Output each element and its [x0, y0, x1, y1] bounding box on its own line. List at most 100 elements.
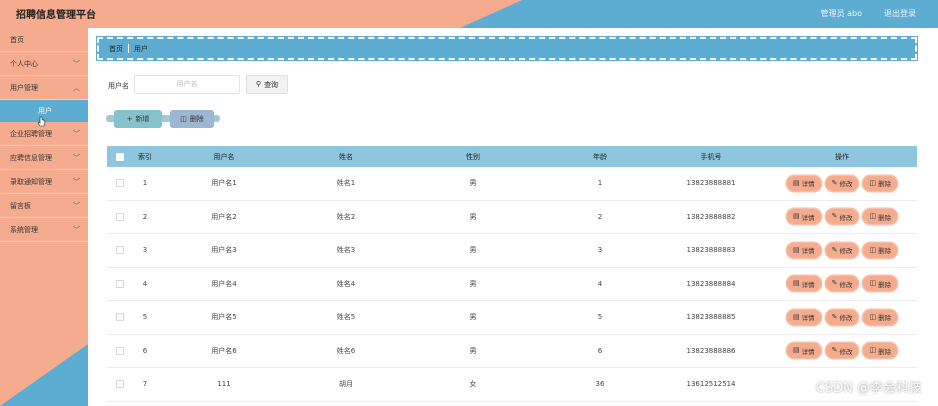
table-row: 2 用户名2 姓名2 男 2 13823888882 ▤ 详情 ✎ 修改 ◫ 删除 [107, 201, 917, 234]
cell-index: 6 [142, 346, 148, 355]
logout-link[interactable]: 退出登录 [884, 8, 916, 19]
breadcrumb-home[interactable]: 首页 [109, 44, 123, 54]
cell-gender: 女 [469, 380, 477, 389]
chevron-down-icon: ﹀ [73, 202, 80, 210]
cell-name: 姓名5 [336, 313, 356, 322]
sidebar-item-applications[interactable]: 应聘信息管理 ﹀ [0, 146, 88, 170]
chevron-down-icon: ﹀ [73, 178, 80, 186]
cell-age: 1 [597, 179, 603, 188]
users-table: 索引 用户名 姓名 性别 年龄 手机号 操作 1 用户名1 姓名1 男 1 13… [107, 146, 917, 402]
row-checkbox[interactable] [116, 313, 124, 322]
chevron-up-icon: ︿ [73, 84, 80, 92]
detail-button[interactable]: ▤ 详情 [786, 309, 821, 325]
pencil-icon: ✎ [831, 212, 838, 221]
cell-phone: 13823888883 [686, 246, 736, 255]
cell-gender: 男 [469, 246, 477, 255]
chevron-down-icon: ﹀ [73, 60, 80, 68]
cell-gender: 男 [469, 346, 477, 355]
sidebar-item-offers[interactable]: 录取通知管理 ﹀ [0, 170, 88, 194]
cell-gender: 男 [469, 279, 477, 288]
detail-button[interactable]: ▤ 详情 [786, 343, 821, 359]
sidebar-item-home[interactable]: 首页 [0, 28, 88, 52]
header-name: 姓名 [339, 152, 353, 161]
search-button[interactable]: ⚲ 查询 [246, 75, 288, 94]
cell-age: 6 [597, 346, 603, 355]
table-row: 5 用户名5 姓名5 男 5 13823888885 ▤ 详情 ✎ 修改 ◫ 删除 [107, 301, 917, 335]
row-checkbox[interactable] [116, 246, 124, 255]
cell-gender: 男 [469, 212, 477, 221]
detail-button[interactable]: ▤ 详情 [786, 209, 821, 225]
header-phone: 手机号 [700, 152, 722, 161]
cell-username: 111 [217, 380, 231, 389]
delete-button[interactable]: ◫ 删除 [863, 309, 898, 325]
cell-index: 2 [142, 212, 148, 221]
document-icon: ▤ [792, 312, 800, 321]
trash-icon: ◫ [180, 114, 187, 123]
table-header: 索引 用户名 姓名 性别 年龄 手机号 操作 [107, 146, 917, 167]
delete-button[interactable]: ◫ 删除 [863, 175, 898, 191]
header-username: 用户名 [213, 152, 235, 161]
row-checkbox[interactable] [116, 179, 124, 188]
delete-button[interactable]: ◫ 删除 [863, 343, 898, 359]
document-icon: ▤ [792, 212, 800, 221]
add-button[interactable]: + 新增 [114, 110, 162, 128]
edit-button[interactable]: ✎ 修改 [825, 242, 859, 258]
hand-cursor-icon [37, 116, 46, 127]
cell-age: 4 [597, 279, 603, 288]
trash-icon: ◫ [869, 346, 877, 355]
action-bar: + 新增 ◫ 删除 [106, 109, 220, 129]
trash-icon: ◫ [869, 312, 877, 321]
detail-button[interactable]: ▤ 详情 [786, 175, 821, 191]
plus-icon: + [126, 114, 133, 123]
sidebar-item-profile[interactable]: 个人中心 ﹀ [0, 52, 88, 76]
sidebar-item-user-management[interactable]: 用户管理 ︿ [0, 76, 88, 100]
cell-name: 姓名6 [336, 346, 356, 355]
batch-delete-button[interactable]: ◫ 删除 [170, 110, 214, 128]
cell-phone: 13823888884 [686, 279, 736, 288]
trash-icon: ◫ [869, 178, 877, 187]
delete-button[interactable]: ◫ 删除 [863, 209, 898, 225]
table-row: 6 用户名6 姓名6 男 6 13823888886 ▤ 详情 ✎ 修改 ◫ 删除 [107, 335, 917, 368]
cell-index: 1 [142, 179, 148, 188]
edit-button[interactable]: ✎ 修改 [825, 309, 859, 325]
pencil-icon: ✎ [831, 279, 838, 288]
row-checkbox[interactable] [116, 279, 124, 288]
cell-name: 姓名3 [336, 246, 356, 255]
detail-button[interactable]: ▤ 详情 [786, 276, 821, 292]
cell-age: 2 [597, 212, 603, 221]
breadcrumb: 首页 用户 [96, 36, 918, 61]
table-row: 3 用户名3 姓名3 男 3 13823888883 ▤ 详情 ✎ 修改 ◫ 删除 [107, 234, 917, 268]
pencil-icon: ✎ [831, 245, 838, 254]
delete-button[interactable]: ◫ 删除 [863, 242, 898, 258]
row-checkbox[interactable] [116, 380, 124, 389]
delete-button[interactable]: ◫ 删除 [863, 276, 898, 292]
cell-username: 用户名5 [211, 313, 237, 322]
top-header: 招聘信息管理平台 管理员 abo 退出登录 [0, 0, 938, 28]
header-actions: 操作 [835, 152, 849, 161]
cell-username: 用户名6 [211, 346, 237, 355]
sidebar-item-system[interactable]: 系统管理 ﹀ [0, 218, 88, 242]
row-checkbox[interactable] [116, 346, 124, 355]
cell-username: 用户名2 [211, 212, 237, 221]
detail-button[interactable]: ▤ 详情 [786, 242, 821, 258]
username-search-input[interactable] [134, 75, 240, 94]
cell-index: 3 [142, 246, 148, 255]
sidebar-item-message-board[interactable]: 留言板 ﹀ [0, 194, 88, 218]
document-icon: ▤ [792, 178, 800, 187]
pencil-icon: ✎ [831, 346, 838, 355]
cell-name: 姓名1 [336, 179, 356, 188]
table-row: 1 用户名1 姓名1 男 1 13823888881 ▤ 详情 ✎ 修改 ◫ 删除 [107, 167, 917, 201]
row-checkbox[interactable] [116, 212, 124, 221]
current-user: 管理员 abo [820, 9, 862, 18]
edit-button[interactable]: ✎ 修改 [825, 343, 859, 359]
cell-gender: 男 [469, 313, 477, 322]
edit-button[interactable]: ✎ 修改 [825, 276, 859, 292]
cell-age: 36 [595, 380, 605, 389]
pencil-icon: ✎ [831, 312, 838, 321]
cell-username: 用户名4 [211, 279, 237, 288]
edit-button[interactable]: ✎ 修改 [825, 175, 859, 191]
header-age: 年龄 [593, 152, 607, 161]
edit-button[interactable]: ✎ 修改 [825, 209, 859, 225]
select-all-checkbox[interactable] [116, 152, 124, 161]
cell-index: 7 [142, 380, 148, 389]
